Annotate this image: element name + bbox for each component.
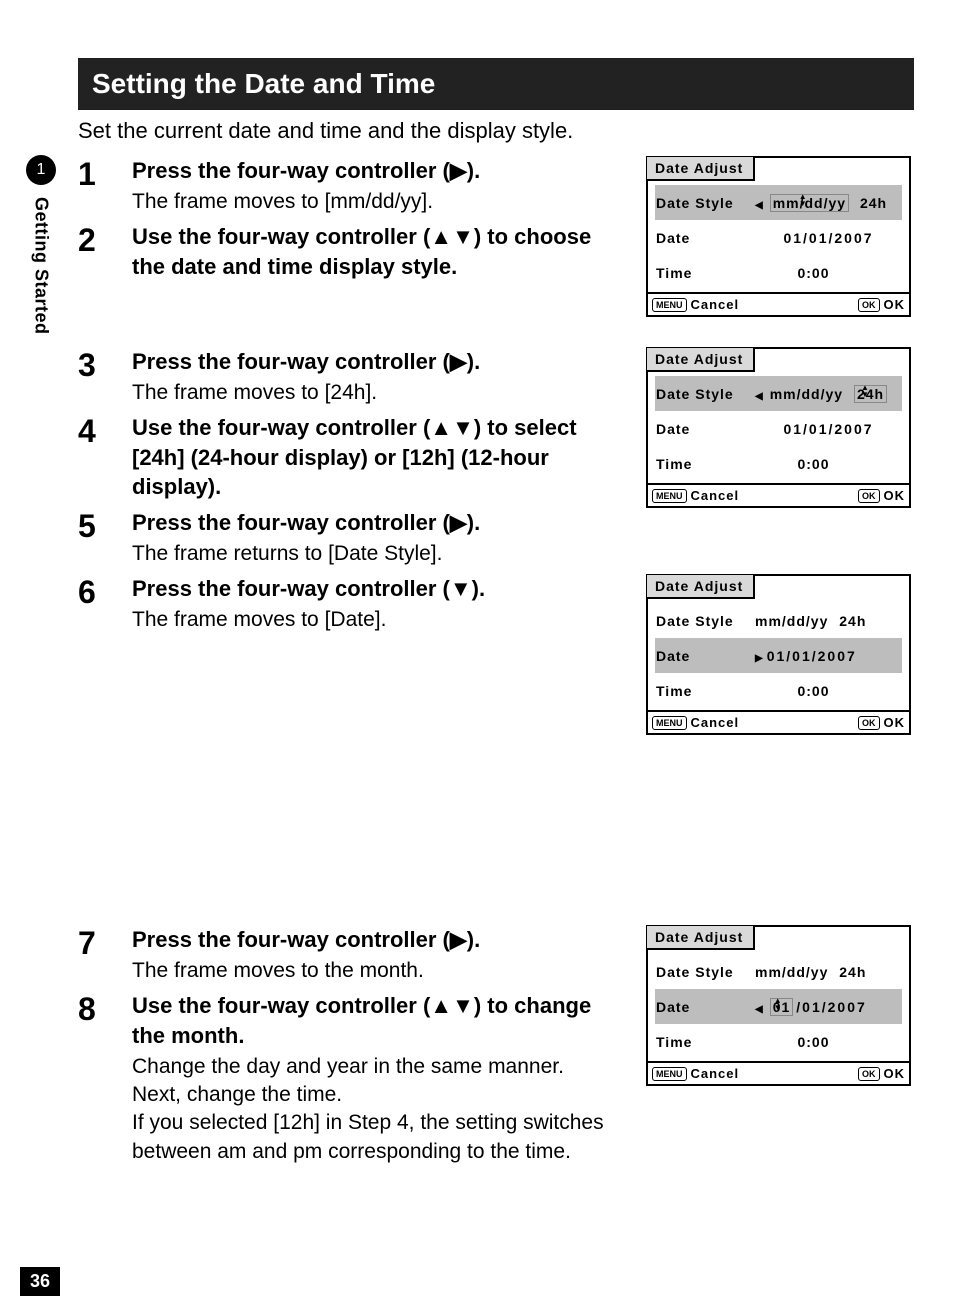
step-description: The frame moves to the month. bbox=[132, 957, 628, 985]
row-time: Time 0:00 bbox=[655, 255, 902, 290]
step-instruction: Use the four-way controller (▲▼) to chan… bbox=[132, 991, 628, 1050]
step-instruction: Press the four-way controller (▶). bbox=[132, 508, 628, 538]
step-description: The frame moves to [mm/dd/yy]. bbox=[132, 188, 628, 216]
lcd-title: Date Adjust bbox=[647, 157, 755, 181]
ok-button[interactable]: OK bbox=[858, 1067, 880, 1081]
right-caret-icon bbox=[755, 648, 764, 664]
left-caret-icon bbox=[755, 386, 767, 402]
row-date-style: Date Style mm/dd/yy 24h bbox=[655, 185, 902, 220]
row-date: Date 01/01/2007 bbox=[655, 989, 902, 1024]
step-description: The frame returns to [Date Style]. bbox=[132, 540, 628, 568]
step-5: 5 Press the four-way controller (▶). The… bbox=[78, 508, 628, 568]
left-caret-icon bbox=[755, 195, 767, 211]
chapter-label: Getting Started bbox=[31, 197, 52, 335]
step-instruction: Press the four-way controller (▶). bbox=[132, 156, 628, 186]
step-description: Change the day and year in the same mann… bbox=[132, 1053, 628, 1166]
lcd-panel-4: Date Adjust Date Style mm/dd/yy 24h Date… bbox=[646, 925, 911, 1086]
chapter-number: 1 bbox=[26, 155, 56, 185]
side-tab: 1 Getting Started bbox=[24, 155, 58, 335]
page-number: 36 bbox=[20, 1267, 60, 1296]
menu-button[interactable]: MENU bbox=[652, 489, 687, 503]
step-2: 2 Use the four-way controller (▲▼) to ch… bbox=[78, 222, 628, 281]
step-instruction: Press the four-way controller (▶). bbox=[132, 347, 628, 377]
ok-button[interactable]: OK bbox=[858, 489, 880, 503]
lcd-panel-3: Date Adjust Date Style mm/dd/yy 24h Date… bbox=[646, 574, 911, 735]
step-6: 6 Press the four-way controller (▼). The… bbox=[78, 574, 628, 634]
row-date: Date 01/01/2007 bbox=[655, 638, 902, 673]
menu-button[interactable]: MENU bbox=[652, 298, 687, 312]
step-instruction: Use the four-way controller (▲▼) to choo… bbox=[132, 222, 628, 281]
row-date-style: Date Style mm/dd/yy 24h bbox=[655, 376, 902, 411]
down-icon: ▼ bbox=[452, 224, 474, 249]
ok-button[interactable]: OK bbox=[858, 298, 880, 312]
lcd-panel-1: Date Adjust Date Style mm/dd/yy 24h Date… bbox=[646, 156, 911, 317]
section-title: Setting the Date and Time bbox=[78, 58, 914, 110]
step-number: 1 bbox=[78, 156, 132, 190]
section-intro: Set the current date and time and the di… bbox=[78, 118, 914, 144]
step-instruction: Press the four-way controller (▶). bbox=[132, 925, 628, 955]
step-instruction: Press the four-way controller (▼). bbox=[132, 574, 628, 604]
right-icon: ▶ bbox=[450, 158, 467, 183]
right-icon: ▶ bbox=[450, 349, 467, 374]
step-number: 2 bbox=[78, 222, 132, 256]
step-4: 4 Use the four-way controller (▲▼) to se… bbox=[78, 413, 628, 502]
lcd-panel-2: Date Adjust Date Style mm/dd/yy 24h Date… bbox=[646, 347, 911, 508]
ok-button[interactable]: OK bbox=[858, 716, 880, 730]
step-instruction: Use the four-way controller (▲▼) to sele… bbox=[132, 413, 628, 502]
menu-button[interactable]: MENU bbox=[652, 716, 687, 730]
lcd-footer: MENUCancel OKOK bbox=[648, 292, 909, 315]
step-8: 8 Use the four-way controller (▲▼) to ch… bbox=[78, 991, 628, 1166]
step-description: The frame moves to [Date]. bbox=[132, 606, 628, 634]
step-3: 3 Press the four-way controller (▶). The… bbox=[78, 347, 628, 407]
left-caret-icon bbox=[755, 999, 767, 1015]
step-1: 1 Press the four-way controller (▶). The… bbox=[78, 156, 628, 216]
row-date: Date 01/01/2007 bbox=[655, 220, 902, 255]
step-7: 7 Press the four-way controller (▶). The… bbox=[78, 925, 628, 985]
menu-button[interactable]: MENU bbox=[652, 1067, 687, 1081]
up-icon: ▲ bbox=[430, 224, 452, 249]
step-description: The frame moves to [24h]. bbox=[132, 379, 628, 407]
